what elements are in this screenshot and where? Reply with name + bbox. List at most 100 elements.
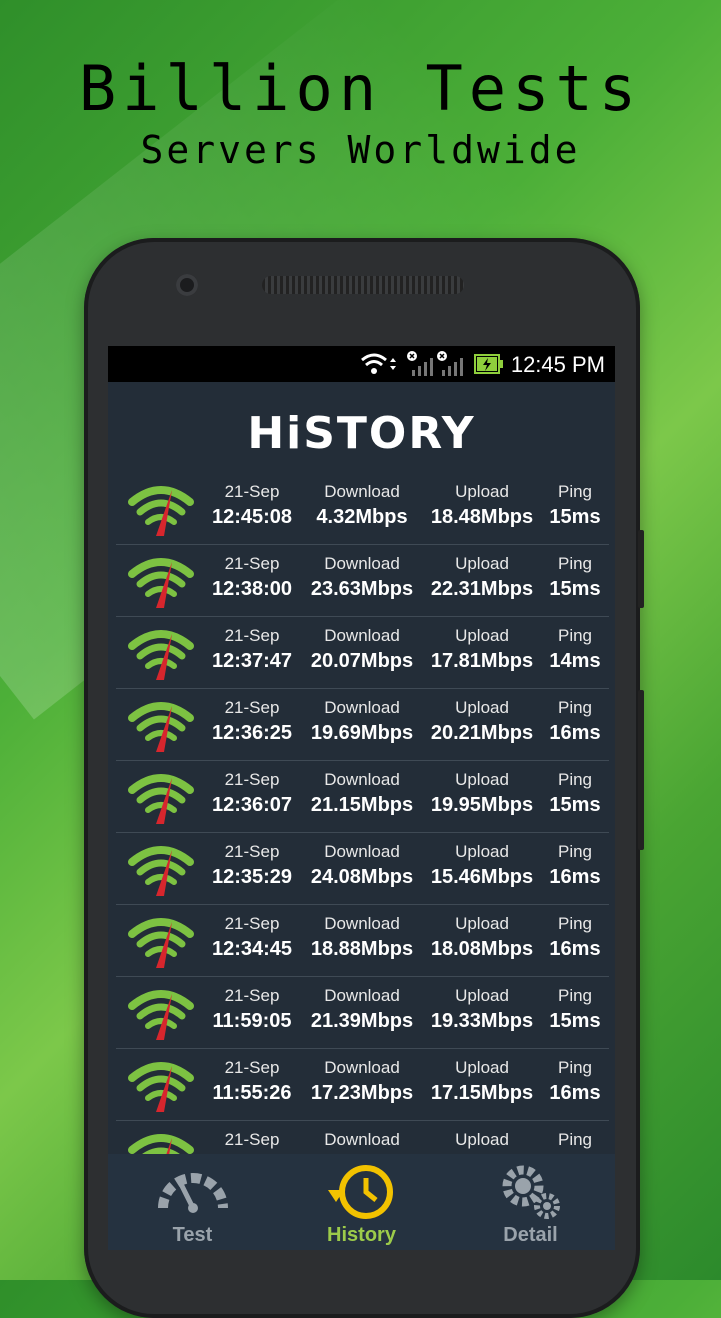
history-row[interactable]: 21-Sep 12:36:25 Download 19.69Mbps Upload 20.…	[116, 688, 609, 761]
history-row[interactable]: 21-Sep 12:35:29 Download 24.08Mbps Upload 15.…	[116, 832, 609, 905]
date-column: 21-Sep 12:45:08	[204, 472, 300, 529]
upload-column: Upload 20.21Mbps	[422, 688, 542, 745]
nav-item-detail[interactable]: Detail	[446, 1154, 615, 1250]
upload-label: Upload	[455, 986, 509, 1005]
hero-title: Billion Tests	[78, 52, 643, 125]
history-row[interactable]: 21-Sep 11:55:26 Download 17.23Mbps Upload 17.…	[116, 1048, 609, 1121]
page-title: HiSTORY	[247, 408, 476, 459]
ping-label: Ping	[557, 770, 593, 789]
history-row[interactable]: 21-Sep 11:59:05 Download 21.39Mbps Upload 19.…	[116, 976, 609, 1049]
ping-value: 14ms	[549, 650, 601, 672]
signal-icon-2	[437, 351, 463, 376]
ping-column: Ping 16ms	[542, 688, 608, 745]
history-row[interactable]: 21-Sep 12:38:00 Download 23.63Mbps Upload 22.…	[116, 544, 609, 617]
battery-charging-icon	[474, 354, 503, 374]
speedometer-icon	[157, 1173, 228, 1213]
nav-label-detail: Detail	[503, 1224, 558, 1246]
upload-label: Upload	[455, 626, 509, 645]
date-column: 21-Sep 12:35:29	[204, 832, 300, 889]
download-value: 17.23Mbps	[310, 1082, 414, 1104]
date-column: 21-Sep 12:37:47	[204, 616, 300, 673]
upload-label: Upload	[455, 1130, 509, 1149]
row-time: 12:37:47	[211, 650, 293, 672]
upload-value: 22.31Mbps	[430, 578, 534, 600]
hero-subtitle: Servers Worldwide	[140, 128, 581, 172]
ping-column: Ping 15ms	[542, 760, 608, 817]
ping-column: Ping 15ms	[542, 976, 608, 1033]
row-time: 11:59:05	[212, 1010, 292, 1032]
download-column: Download 21.15Mbps	[306, 760, 418, 817]
row-date: 21-Sep	[224, 482, 280, 501]
upload-column: Upload 15.46Mbps	[422, 832, 542, 889]
download-label: Download	[324, 986, 400, 1005]
download-label: Download	[324, 482, 400, 501]
download-column: Download 23.63Mbps	[306, 544, 418, 601]
upload-label: Upload	[455, 1058, 509, 1077]
download-value: 18.88Mbps	[310, 938, 414, 960]
download-label: Download	[324, 554, 400, 573]
download-label: Download	[324, 1058, 400, 1077]
date-column: 21-Sep 12:36:25	[204, 688, 300, 745]
row-time: 11:55:26	[212, 1082, 292, 1104]
row-time: 12:36:25	[211, 722, 293, 744]
wifi-icon	[361, 353, 396, 374]
upload-value: 18.08Mbps	[430, 938, 534, 960]
row-time: 12:35:29	[211, 866, 293, 888]
upload-label: Upload	[455, 842, 509, 861]
download-value: 24.08Mbps	[310, 866, 414, 888]
date-column: 21-Sep 12:36:07	[204, 760, 300, 817]
volume-button	[638, 530, 644, 608]
download-label: Download	[324, 626, 400, 645]
ping-column: Ping 16ms	[542, 1048, 608, 1105]
download-column: Download	[306, 1120, 418, 1154]
upload-label: Upload	[455, 914, 509, 933]
ping-label: Ping	[557, 482, 593, 501]
row-time: 12:45:08	[211, 506, 293, 528]
ping-column: Ping 15ms	[542, 544, 608, 601]
upload-column: Upload 22.31Mbps	[422, 544, 542, 601]
download-column: Download 24.08Mbps	[306, 832, 418, 889]
history-row[interactable]: 21-Sep 12:34:45 Download 18.88Mbps Upload 18.…	[116, 904, 609, 977]
speed-gauge-icon	[126, 480, 196, 538]
front-camera	[176, 274, 198, 296]
row-date: 21-Sep	[224, 626, 280, 645]
date-column: 21-Sep 12:34:45	[204, 904, 300, 961]
upload-value: 17.81Mbps	[430, 650, 534, 672]
ping-label: Ping	[557, 1130, 593, 1149]
signal-icon	[407, 351, 433, 376]
bottom-nav: Test History Detail	[108, 1154, 615, 1250]
upload-column: Upload 17.15Mbps	[422, 1048, 542, 1105]
ping-value: 15ms	[549, 506, 601, 528]
nav-item-test[interactable]: Test	[108, 1154, 277, 1250]
ping-label: Ping	[557, 914, 593, 933]
nav-label-test: Test	[172, 1224, 213, 1246]
download-value: 4.32Mbps	[316, 506, 408, 528]
nav-label-history: History	[327, 1224, 396, 1246]
download-label: Download	[324, 914, 400, 933]
download-column: Download 18.88Mbps	[306, 904, 418, 961]
ping-column: Ping 15ms	[542, 472, 608, 529]
download-value: 19.69Mbps	[310, 722, 414, 744]
history-row[interactable]: 21-Sep 12:45:08 Download 4.32Mbps Upload 18.4…	[116, 472, 609, 545]
upload-value: 17.15Mbps	[430, 1082, 534, 1104]
ping-value: 15ms	[549, 578, 601, 600]
upload-column: Upload 18.48Mbps	[422, 472, 542, 529]
download-value: 21.15Mbps	[310, 794, 414, 816]
history-row[interactable]: 21-Sep 12:36:07 Download 21.15Mbps Upload 19.…	[116, 760, 609, 833]
download-column: Download 21.39Mbps	[306, 976, 418, 1033]
upload-label: Upload	[455, 698, 509, 717]
nav-item-history[interactable]: History	[277, 1154, 446, 1250]
upload-value: 19.33Mbps	[430, 1010, 534, 1032]
ping-value: 16ms	[549, 1082, 601, 1104]
row-time: 12:38:00	[211, 578, 293, 600]
upload-value: 18.48Mbps	[430, 506, 534, 528]
date-column: 21-Sep 11:59:05	[204, 976, 300, 1033]
row-date: 21-Sep	[224, 1058, 280, 1077]
ping-label: Ping	[557, 698, 593, 717]
upload-column: Upload 19.33Mbps	[422, 976, 542, 1033]
date-column: 21-Sep 11:55:26	[204, 1048, 300, 1105]
upload-column: Upload 19.95Mbps	[422, 760, 542, 817]
history-row[interactable]: 21-Sep 12:37:47 Download 20.07Mbps Upload 17.…	[116, 616, 609, 689]
speed-gauge-icon	[126, 624, 196, 682]
ping-value: 15ms	[549, 1010, 601, 1032]
